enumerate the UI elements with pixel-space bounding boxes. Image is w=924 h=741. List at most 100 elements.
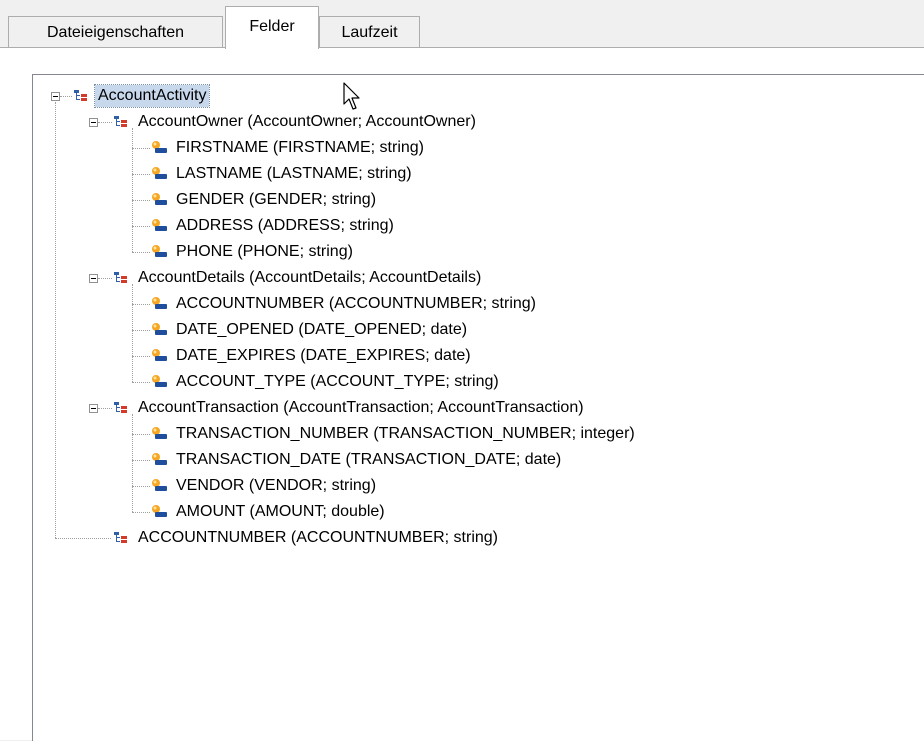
tree-node-field[interactable]: PHONE (PHONE; string) — [151, 239, 356, 265]
field-icon — [152, 297, 167, 309]
field-icon-wrap — [151, 166, 171, 182]
field-icon — [152, 245, 167, 257]
collapse-toggle[interactable] — [89, 118, 98, 127]
tab-panel-felder: AccountActivity AccountOwner (AccountOwne… — [0, 48, 924, 741]
tree-node-field[interactable]: LASTNAME (LASTNAME; string) — [151, 161, 415, 187]
tree-node-field[interactable]: GENDER (GENDER; string) — [151, 187, 379, 213]
tree-connector — [132, 434, 150, 435]
tree-node-field[interactable]: FIRSTNAME (FIRSTNAME; string) — [151, 135, 427, 161]
field-icon-wrap — [151, 140, 171, 156]
tree-connector — [132, 356, 150, 357]
tree-node-label: DATE_OPENED (DATE_OPENED; date) — [176, 321, 468, 338]
tree-node-label: TRANSACTION_NUMBER (TRANSACTION_NUMBER; … — [176, 425, 635, 442]
field-icon-wrap — [151, 374, 171, 390]
tree-connector — [132, 382, 150, 383]
collapse-toggle[interactable] — [89, 404, 98, 413]
tree-node-root[interactable]: AccountActivity — [73, 83, 211, 109]
field-icon — [152, 323, 167, 335]
tab-dateieigenschaften[interactable]: Dateieigenschaften — [8, 16, 223, 48]
field-icon — [152, 141, 167, 153]
tree-node-field[interactable]: ADDRESS (ADDRESS; string) — [151, 213, 397, 239]
tree-node-group[interactable]: AccountTransaction (AccountTransaction; … — [113, 395, 587, 421]
tree-connector — [132, 128, 133, 252]
field-icon-wrap — [151, 452, 171, 468]
tree-node-label: AccountDetails (AccountDetails; AccountD… — [138, 269, 482, 286]
tab-felder[interactable]: Felder — [225, 6, 319, 49]
tree-connector — [98, 408, 112, 409]
field-icon — [152, 349, 167, 361]
tree-node-field[interactable]: DATE_OPENED (DATE_OPENED; date) — [151, 317, 470, 343]
tree-node-trailing[interactable]: ACCOUNTNUMBER (ACCOUNTNUMBER; string) — [113, 525, 501, 551]
structure-icon-wrap — [113, 114, 133, 130]
collapse-toggle[interactable] — [89, 274, 98, 283]
field-icon — [152, 167, 167, 179]
field-icon — [152, 193, 167, 205]
tree-connector — [60, 96, 72, 97]
tree-connector — [132, 304, 150, 305]
tree-connector — [132, 226, 150, 227]
tree-node-label: AccountOwner (AccountOwner; AccountOwner… — [138, 113, 476, 130]
tree-node-field[interactable]: TRANSACTION_DATE (TRANSACTION_DATE; date… — [151, 447, 564, 473]
field-icon — [152, 219, 167, 231]
field-icon-wrap — [151, 348, 171, 364]
tree-node-label: DATE_EXPIRES (DATE_EXPIRES; date) — [176, 347, 471, 364]
tree-connector — [55, 102, 56, 538]
tree-node-label: AccountActivity — [93, 84, 211, 108]
tree-node-label: ACCOUNT_TYPE (ACCOUNT_TYPE; string) — [176, 373, 499, 390]
tab-bar: Dateieigenschaften Felder Laufzeit — [0, 0, 924, 49]
tree-node-field[interactable]: TRANSACTION_NUMBER (TRANSACTION_NUMBER; … — [151, 421, 638, 447]
tree-node-label: GENDER (GENDER; string) — [176, 191, 377, 208]
tree-connector — [55, 538, 111, 539]
tree-node-field[interactable]: DATE_EXPIRES (DATE_EXPIRES; date) — [151, 343, 474, 369]
tree-node-field[interactable]: AMOUNT (AMOUNT; double) — [151, 499, 388, 525]
field-icon-wrap — [151, 244, 171, 260]
tab-divider — [0, 47, 924, 48]
tree-node-label: AccountTransaction (AccountTransaction; … — [138, 399, 584, 416]
tree-connector — [132, 512, 150, 513]
structure-icon-wrap — [113, 270, 133, 286]
tree-node-field[interactable]: ACCOUNT_TYPE (ACCOUNT_TYPE; string) — [151, 369, 502, 395]
structure-icon — [114, 532, 127, 543]
field-icon — [152, 453, 167, 465]
field-icon-wrap — [151, 218, 171, 234]
tree-node-label: FIRSTNAME (FIRSTNAME; string) — [176, 139, 425, 156]
tree-connector — [132, 174, 150, 175]
tree-connector — [132, 252, 150, 253]
field-icon-wrap — [151, 192, 171, 208]
tree-node-label: TRANSACTION_DATE (TRANSACTION_DATE; date… — [176, 451, 562, 468]
tree-connector — [132, 200, 150, 201]
collapse-toggle[interactable] — [51, 92, 60, 101]
tree-connector — [132, 148, 150, 149]
tree-connector — [98, 278, 112, 279]
tree-node-label: LASTNAME (LASTNAME; string) — [176, 165, 412, 182]
tree-connector — [98, 122, 112, 123]
field-icon-wrap — [151, 296, 171, 312]
structure-icon — [114, 116, 127, 127]
tree-node-label: VENDOR (VENDOR; string) — [176, 477, 377, 494]
structure-icon — [114, 402, 127, 413]
tree-connector — [132, 330, 150, 331]
field-icon-wrap — [151, 504, 171, 520]
field-icon-wrap — [151, 322, 171, 338]
tree-node-label: PHONE (PHONE; string) — [176, 243, 353, 260]
structure-icon-wrap — [73, 88, 93, 104]
structure-icon-wrap — [113, 400, 133, 416]
tree-connector — [132, 460, 150, 461]
tree-connector — [132, 284, 133, 382]
field-icon-wrap — [151, 426, 171, 442]
tree-node-group[interactable]: AccountDetails (AccountDetails; AccountD… — [113, 265, 484, 291]
tree-node-group[interactable]: AccountOwner (AccountOwner; AccountOwner… — [113, 109, 479, 135]
fields-tree-view[interactable]: AccountActivity AccountOwner (AccountOwne… — [32, 74, 924, 741]
tab-laufzeit[interactable]: Laufzeit — [319, 16, 420, 48]
field-icon — [152, 479, 167, 491]
tree-node-field[interactable]: ACCOUNTNUMBER (ACCOUNTNUMBER; string) — [151, 291, 539, 317]
tree-node-label: ACCOUNTNUMBER (ACCOUNTNUMBER; string) — [176, 295, 537, 312]
tree-connector — [132, 414, 133, 512]
field-icon — [152, 505, 167, 517]
field-icon — [152, 375, 167, 387]
structure-icon — [114, 272, 127, 283]
tree-connector — [132, 486, 150, 487]
tree-node-label: ACCOUNTNUMBER (ACCOUNTNUMBER; string) — [138, 529, 499, 546]
tree-node-label: AMOUNT (AMOUNT; double) — [176, 503, 385, 520]
tree-node-field[interactable]: VENDOR (VENDOR; string) — [151, 473, 379, 499]
